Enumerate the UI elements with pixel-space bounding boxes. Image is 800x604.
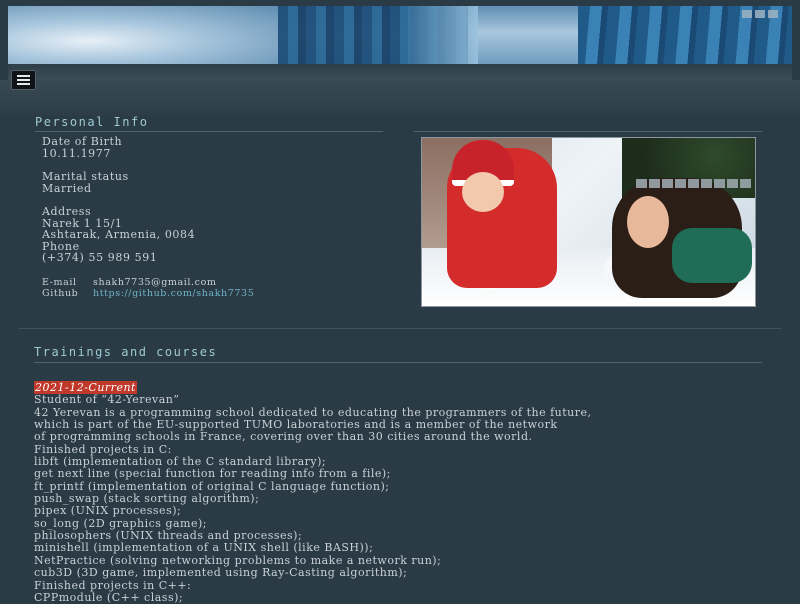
banner-mosaic: [742, 10, 778, 18]
training-line: Student of “42-Yerevan”: [34, 393, 180, 407]
profile-photo: [421, 137, 756, 307]
training-line: cub3D (3D game, implemented using Ray-Ca…: [34, 566, 408, 580]
marital-label: Marital status: [42, 170, 129, 183]
marital-value: Married: [42, 181, 92, 195]
menu-button[interactable]: [11, 70, 36, 90]
training-line: of programming schools in France, coveri…: [34, 430, 533, 444]
github-link[interactable]: https://github.com/shakh7735: [93, 288, 254, 299]
email-label: E-mail: [42, 277, 77, 288]
training-line: pipex (UNIX processes);: [34, 504, 182, 518]
training-line: Finished projects in C++:: [34, 578, 192, 592]
training-line: CPPmodule (C++ class);: [34, 590, 184, 604]
photo-divider: [414, 131, 762, 132]
personal-info-title: Personal Info: [35, 115, 149, 129]
address-line2: Ashtarak, Armenia, 0084: [42, 228, 196, 241]
trainings-list: 2021-12-Current Student of “42-Yerevan” …: [34, 381, 592, 604]
github-label: Github: [42, 288, 79, 299]
training-date-badge: 2021-12-Current: [34, 381, 137, 394]
training-line: get next line (special function for read…: [34, 467, 391, 481]
contact-info: E-mail shakh7735@gmail.com Github https:…: [42, 277, 254, 299]
training-line: minishell (implementation of a UNIX shel…: [34, 541, 374, 555]
dob-value: 10.11.1977: [42, 146, 111, 160]
trainings-title: Trainings and courses: [34, 345, 218, 359]
personal-info-divider: [35, 131, 383, 132]
header-banner: [8, 6, 792, 64]
banner-sky: [8, 6, 278, 64]
section-divider: [19, 328, 781, 329]
banner-building: [408, 6, 478, 64]
trainings-divider: [34, 362, 762, 363]
phone-value: (+374) 55 989 591: [42, 251, 158, 264]
photo-mosaic: [636, 179, 751, 188]
dob-label: Date of Birth: [42, 135, 123, 148]
personal-info: Date of Birth 10.11.1977 Marital status …: [42, 136, 195, 264]
navbar: [8, 64, 792, 80]
email-value[interactable]: shakh7735@gmail.com: [93, 277, 217, 288]
navbar-shadow: [0, 80, 800, 116]
address-label: Address: [42, 205, 92, 218]
hamburger-icon: [17, 75, 30, 77]
